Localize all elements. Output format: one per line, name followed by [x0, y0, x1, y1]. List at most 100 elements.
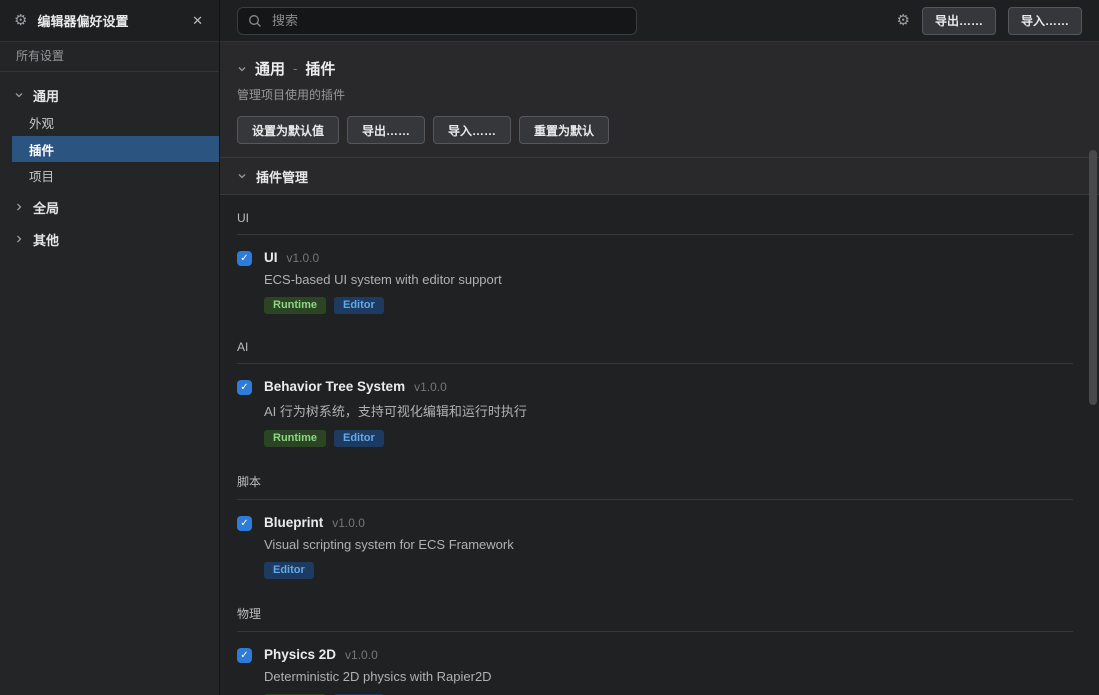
breadcrumb: 通用 - 插件 — [237, 58, 1082, 79]
export-button[interactable]: 导出…… — [347, 116, 425, 144]
plugin-row: ✓ Behavior Tree System v1.0.0 AI 行为树系统，支… — [237, 379, 1073, 447]
reset-default-button[interactable]: 重置为默认 — [519, 116, 609, 144]
plugin-description: Visual scripting system for ECS Framewor… — [264, 537, 514, 552]
plugin-checkbox[interactable]: ✓ — [237, 516, 252, 531]
tree-item-other[interactable]: 其他 — [0, 225, 219, 253]
plugin-row: ✓ Blueprint v1.0.0 Visual scripting syst… — [237, 515, 1073, 579]
plugin-category: AI ✓ Behavior Tree System v1.0.0 AI 行为树系… — [237, 340, 1073, 447]
plugin-category: 脚本 ✓ Blueprint v1.0.0 Visual scripting s… — [237, 473, 1073, 579]
tree-item-label: 项目 — [29, 166, 54, 185]
plugin-description: ECS-based UI system with editor support — [264, 272, 502, 287]
page-subtitle: 管理项目使用的插件 — [237, 86, 1082, 103]
tree-item-general[interactable]: 通用 — [0, 81, 219, 109]
set-default-button[interactable]: 设置为默认值 — [237, 116, 339, 144]
page-header: 通用 - 插件 管理项目使用的插件 设置为默认值 导出…… 导入…… 重置为默认 — [220, 42, 1099, 158]
topbar-actions: ⚙ 导出…… 导入…… — [897, 7, 1082, 35]
category-plugins: ✓ UI v1.0.0 ECS-based UI system with edi… — [237, 250, 1073, 314]
plugin-category: 物理 ✓ Physics 2D v1.0.0 Deterministic 2D … — [237, 605, 1073, 695]
badge-editor: Editor — [334, 297, 384, 314]
chevron-down-icon — [237, 171, 247, 181]
plugin-version: v1.0.0 — [287, 251, 320, 265]
chevron-right-icon — [14, 202, 24, 212]
tree-item-project[interactable]: 项目 — [0, 162, 219, 189]
category-plugins: ✓ Behavior Tree System v1.0.0 AI 行为树系统，支… — [237, 379, 1073, 447]
window-title: 编辑器偏好设置 — [37, 11, 180, 30]
badge-runtime: Runtime — [264, 297, 326, 314]
export-button[interactable]: 导出…… — [922, 7, 996, 35]
category-label: AI — [237, 340, 1073, 354]
sidebar: ⚙ 编辑器偏好设置 ✕ 所有设置 通用 外观 插件 项目 — [0, 0, 220, 695]
category-divider — [237, 363, 1073, 364]
header-buttons: 设置为默认值 导出…… 导入…… 重置为默认 — [237, 116, 1082, 144]
plugin-name: Physics 2D — [264, 647, 336, 662]
search-icon — [248, 14, 262, 28]
tree-item-label: 全局 — [33, 198, 59, 217]
tree-item-label: 外观 — [29, 113, 54, 132]
section-title: 插件管理 — [256, 167, 308, 186]
plugin-description: AI 行为树系统，支持可视化编辑和运行时执行 — [264, 401, 527, 420]
plugin-badges: Editor — [264, 562, 514, 579]
plugin-version: v1.0.0 — [345, 648, 378, 662]
category-label: UI — [237, 211, 1073, 225]
category-divider — [237, 234, 1073, 235]
close-icon[interactable]: ✕ — [190, 11, 205, 31]
sidebar-header: ⚙ 编辑器偏好设置 ✕ — [0, 0, 219, 42]
plugin-title-row: Behavior Tree System v1.0.0 — [264, 379, 527, 394]
breadcrumb-parent: 通用 — [255, 58, 285, 79]
badge-editor: Editor — [264, 562, 314, 579]
plugin-info: Behavior Tree System v1.0.0 AI 行为树系统，支持可… — [264, 379, 527, 447]
tree-item-global[interactable]: 全局 — [0, 193, 219, 221]
topbar: ⚙ 导出…… 导入…… — [220, 0, 1099, 42]
plugin-checkbox[interactable]: ✓ — [237, 380, 252, 395]
plugin-row: ✓ Physics 2D v1.0.0 Deterministic 2D phy… — [237, 647, 1073, 695]
tree-item-label: 通用 — [33, 86, 59, 105]
tree-item-plugins[interactable]: 插件 — [12, 136, 219, 162]
tree-item-label: 插件 — [29, 140, 54, 159]
plugin-list: UI ✓ UI v1.0.0 ECS-based UI system with … — [220, 195, 1099, 695]
plugin-badges: Runtime Editor — [264, 430, 527, 447]
plugin-management-section-header[interactable]: 插件管理 — [220, 158, 1099, 195]
category-label: 物理 — [237, 605, 1073, 622]
all-settings-label: 所有设置 — [0, 42, 219, 72]
search-box — [237, 7, 637, 35]
import-button[interactable]: 导入…… — [433, 116, 511, 144]
badge-editor: Editor — [334, 430, 384, 447]
page-title: 插件 — [305, 58, 335, 79]
badge-runtime: Runtime — [264, 430, 326, 447]
chevron-down-icon[interactable] — [237, 64, 247, 74]
plugin-info: Blueprint v1.0.0 Visual scripting system… — [264, 515, 514, 579]
tree-item-appearance[interactable]: 外观 — [0, 109, 219, 136]
main-panel: ⚙ 导出…… 导入…… 通用 - 插件 管理项目使用的插件 设置为默认值 导出…… — [220, 0, 1099, 695]
plugin-name: Blueprint — [264, 515, 323, 530]
plugin-info: Physics 2D v1.0.0 Deterministic 2D physi… — [264, 647, 492, 695]
breadcrumb-separator: - — [293, 61, 297, 76]
plugin-category: UI ✓ UI v1.0.0 ECS-based UI system with … — [237, 211, 1073, 314]
category-divider — [237, 631, 1073, 632]
gear-icon: ⚙ — [14, 13, 27, 28]
category-plugins: ✓ Physics 2D v1.0.0 Deterministic 2D phy… — [237, 647, 1073, 695]
plugin-checkbox[interactable]: ✓ — [237, 648, 252, 663]
plugin-info: UI v1.0.0 ECS-based UI system with edito… — [264, 250, 502, 314]
plugin-badges: Runtime Editor — [264, 297, 502, 314]
plugin-title-row: Blueprint v1.0.0 — [264, 515, 514, 530]
chevron-down-icon — [14, 90, 24, 100]
plugin-description: Deterministic 2D physics with Rapier2D — [264, 669, 492, 684]
plugin-title-row: UI v1.0.0 — [264, 250, 502, 265]
gear-icon[interactable]: ⚙ — [897, 13, 910, 28]
tree-item-label: 其他 — [33, 230, 59, 249]
category-divider — [237, 499, 1073, 500]
plugin-title-row: Physics 2D v1.0.0 — [264, 647, 492, 662]
import-button[interactable]: 导入…… — [1008, 7, 1082, 35]
plugin-checkbox[interactable]: ✓ — [237, 251, 252, 266]
plugin-row: ✓ UI v1.0.0 ECS-based UI system with edi… — [237, 250, 1073, 314]
search-input[interactable] — [270, 12, 626, 29]
plugin-name: UI — [264, 250, 278, 265]
preferences-window: ⚙ 编辑器偏好设置 ✕ 所有设置 通用 外观 插件 项目 — [0, 0, 1099, 695]
plugin-name: Behavior Tree System — [264, 379, 405, 394]
category-label: 脚本 — [237, 473, 1073, 490]
settings-tree: 通用 外观 插件 项目 全局 其他 — [0, 72, 219, 253]
plugin-version: v1.0.0 — [332, 516, 365, 530]
category-plugins: ✓ Blueprint v1.0.0 Visual scripting syst… — [237, 515, 1073, 579]
plugin-version: v1.0.0 — [414, 380, 447, 394]
scrollbar-thumb[interactable] — [1089, 150, 1097, 405]
